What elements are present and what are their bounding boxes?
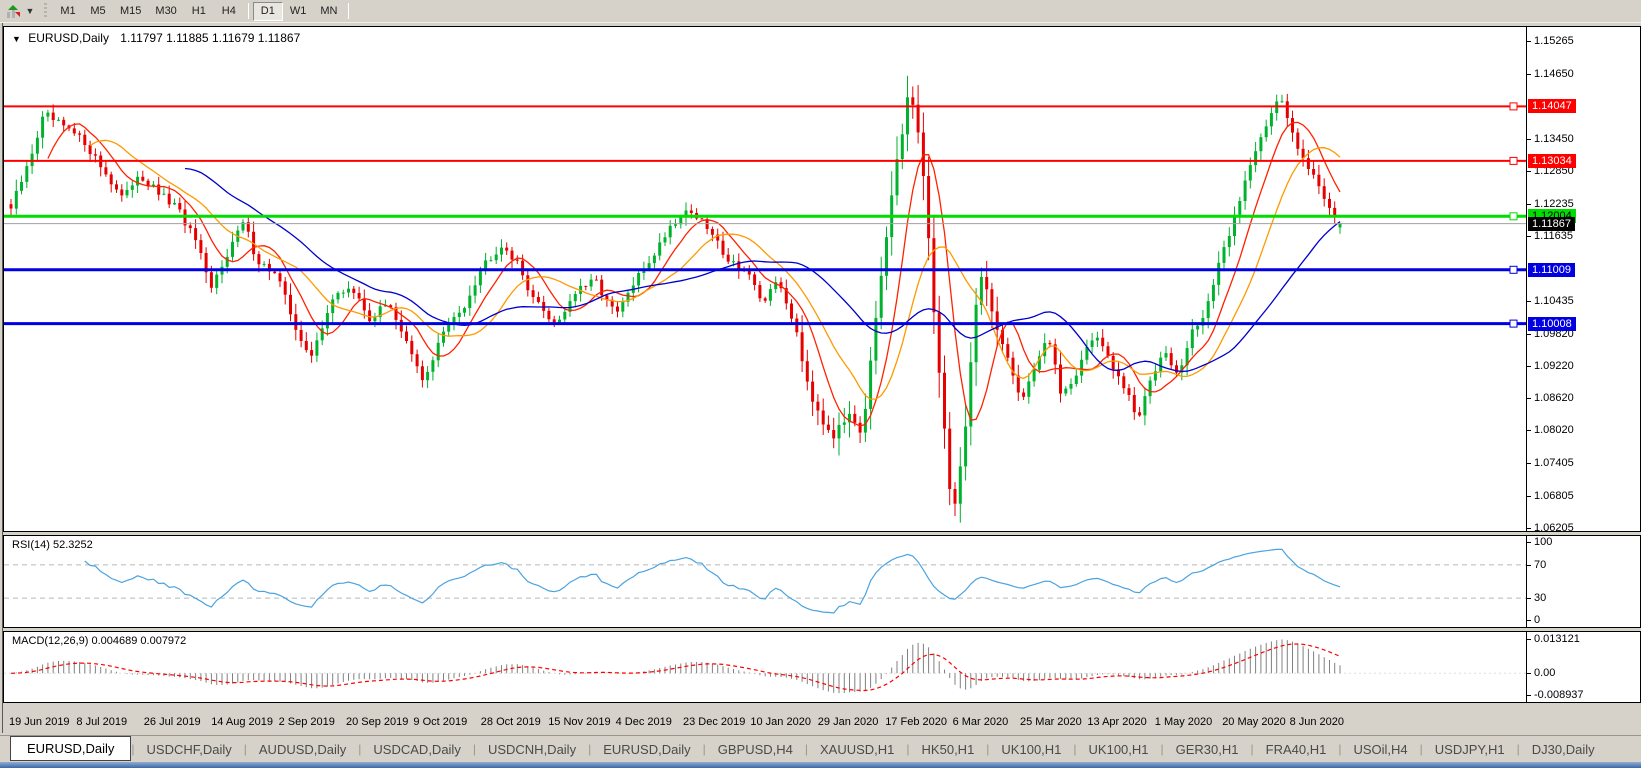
timeframe-button-w1[interactable]: W1 xyxy=(283,2,314,21)
rsi-panel: RSI(14) 52.3252 100 70 30 0 xyxy=(3,535,1641,628)
macd-panel: MACD(12,26,9) 0.004689 0.007972 0.013121… xyxy=(3,631,1641,703)
date-tick: 9 Oct 2019 xyxy=(413,716,468,728)
price-tick: 1.12235 xyxy=(1527,197,1574,210)
timeframe-button-m15[interactable]: M15 xyxy=(113,2,148,21)
date-tick: 25 Mar 2020 xyxy=(1020,716,1082,728)
date-tick: 17 Feb 2020 xyxy=(885,716,947,728)
price-tick: 1.14650 xyxy=(1527,68,1574,81)
price-tick: 1.07405 xyxy=(1527,457,1574,470)
chart-tab-eurusd-daily[interactable]: EURUSD,Daily xyxy=(10,735,132,761)
date-tick: 23 Dec 2019 xyxy=(683,716,746,728)
chart-tab-usdcad-daily[interactable]: USDCAD,Daily xyxy=(361,739,472,760)
chart-tab-audusd-daily[interactable]: AUDUSD,Daily xyxy=(247,739,358,760)
collapse-arrow-icon[interactable]: ▼ xyxy=(12,34,21,44)
mt4-app: ▼ M1 M5 M15 M30 H1 H4 D1 W1 MN ▼ EURUSD,Daily 1.… xyxy=(0,0,1641,768)
chart-tab-usdcnh-daily[interactable]: USDCNH,Daily xyxy=(476,739,588,760)
date-tick: 26 Jul 2019 xyxy=(143,716,201,728)
chart-tab-usoil-h4[interactable]: USOil,H4 xyxy=(1341,739,1419,760)
hline-price-tag: 1.10008 xyxy=(1528,316,1576,331)
date-tick: 20 May 2020 xyxy=(1222,716,1286,728)
macd-chart[interactable] xyxy=(4,632,1528,702)
date-axis[interactable]: 19 Jun 2019 8 Jul 2019 26 Jul 2019 14 Aug 2… xyxy=(3,709,1641,735)
timeframe-button-m5[interactable]: M5 xyxy=(83,2,113,21)
timeframe-button-m1[interactable]: M1 xyxy=(53,2,83,21)
date-tick: 13 Apr 2020 xyxy=(1087,716,1147,728)
rsi-label: RSI(14) 52.3252 xyxy=(12,539,93,551)
date-tick: 20 Sep 2019 xyxy=(346,716,409,728)
price-axis[interactable]: 1.15265 1.14650 1.13450 1.12850 1.12235 1.116… xyxy=(1526,27,1640,534)
chart-tab-hk50-h1[interactable]: HK50,H1 xyxy=(910,739,987,760)
price-tick: 1.11635 xyxy=(1527,230,1573,243)
timeframe-button-h4[interactable]: H4 xyxy=(214,2,244,21)
date-tick: 15 Nov 2019 xyxy=(548,716,611,728)
macd-label: MACD(12,26,9) 0.004689 0.007972 xyxy=(12,635,187,647)
date-tick: 19 Jun 2019 xyxy=(9,716,70,728)
main-chart-panel: ▼ EURUSD,Daily 1.11797 1.11885 1.11679 1… xyxy=(3,26,1641,534)
chart-tab-eurusd-daily[interactable]: EURUSD,Daily xyxy=(591,739,702,760)
rsi-tick: 100 xyxy=(1526,536,1553,548)
hline-price-tag: 1.14047 xyxy=(1528,99,1576,114)
price-tick: 1.13450 xyxy=(1527,132,1574,145)
date-tick: 6 Mar 2020 xyxy=(952,716,1009,728)
hline-price-tag: 1.11009 xyxy=(1528,262,1575,277)
macd-tick: -0.008937 xyxy=(1527,689,1584,701)
rsi-tick: 0 xyxy=(1526,614,1541,626)
candlestick-chart[interactable] xyxy=(4,27,1528,531)
rsi-tick: 30 xyxy=(1526,592,1547,605)
rsi-axis[interactable]: 100 70 30 0 xyxy=(1526,536,1640,627)
date-tick: 8 Jun 2020 xyxy=(1289,716,1345,728)
chart-symbol-label: EURUSD,Daily xyxy=(28,31,109,45)
chart-tab-dj30-daily[interactable]: DJ30,Daily xyxy=(1520,739,1607,760)
chart-tab-uk100-h1[interactable]: UK100,H1 xyxy=(1077,739,1161,760)
rsi-tick: 70 xyxy=(1526,558,1547,571)
date-tick: 14 Aug 2019 xyxy=(211,716,273,728)
indicator-arrows-icon[interactable] xyxy=(4,2,24,20)
chart-ohlc-values: 1.11797 1.11885 1.11679 1.11867 xyxy=(120,31,301,45)
toolbar-separator xyxy=(348,3,350,19)
toolbar: ▼ M1 M5 M15 M30 H1 H4 D1 W1 MN xyxy=(0,0,1641,23)
toolbar-separator xyxy=(247,3,249,19)
current-price-tag: 1.11867 xyxy=(1528,216,1575,231)
chart-tab-usdchf-daily[interactable]: USDCHF,Daily xyxy=(135,739,244,760)
date-tick: 1 May 2020 xyxy=(1154,716,1213,728)
date-tick: 29 Jan 2020 xyxy=(817,716,879,728)
chart-tab-gbpusd-h4[interactable]: GBPUSD,H4 xyxy=(706,739,805,760)
rsi-chart[interactable] xyxy=(4,536,1528,627)
chart-tab-xauusd-h1[interactable]: XAUUSD,H1 xyxy=(808,739,906,760)
date-tick: 10 Jan 2020 xyxy=(750,716,811,728)
date-tick: 8 Jul 2019 xyxy=(76,716,128,728)
status-strip xyxy=(0,762,1641,768)
chart-title: ▼ EURUSD,Daily 1.11797 1.11885 1.11679 1… xyxy=(12,31,300,45)
macd-tick: 0.00 xyxy=(1526,667,1556,680)
date-tick: 4 Dec 2019 xyxy=(615,716,672,728)
chart-tab-uk100-h1[interactable]: UK100,H1 xyxy=(989,739,1073,760)
timeframe-buttons: M1 M5 M15 M30 H1 H4 D1 W1 MN xyxy=(53,1,353,21)
price-tick: 1.08020 xyxy=(1527,424,1574,437)
chart-tab-fra40-h1[interactable]: FRA40,H1 xyxy=(1254,739,1339,760)
price-tick: 1.06805 xyxy=(1527,489,1574,502)
timeframe-button-mn[interactable]: MN xyxy=(313,2,344,21)
timeframe-button-m30[interactable]: M30 xyxy=(148,2,183,21)
toolbar-grip[interactable] xyxy=(44,3,47,19)
price-tick: 1.15265 xyxy=(1527,34,1574,47)
tab-bar: EURUSD,Daily | USDCHF,Daily | AUDUSD,Daily | U… xyxy=(0,735,1641,762)
timeframe-button-h1[interactable]: H1 xyxy=(184,2,214,21)
date-tick: 28 Oct 2019 xyxy=(480,716,541,728)
price-tick: 1.09220 xyxy=(1527,359,1574,372)
chevron-down-icon[interactable]: ▼ xyxy=(24,6,36,16)
date-tick: 2 Sep 2019 xyxy=(278,716,335,728)
price-tick: 1.08620 xyxy=(1527,392,1574,405)
macd-tick: 0.013121 xyxy=(1527,633,1580,645)
price-tick: 1.06205 xyxy=(1527,521,1574,534)
chart-tab-ger30-h1[interactable]: GER30,H1 xyxy=(1164,739,1251,760)
timeframe-button-d1[interactable]: D1 xyxy=(252,1,283,21)
macd-axis[interactable]: 0.013121 0.00 -0.008937 xyxy=(1526,632,1640,702)
chart-tab-usdjpy-h1[interactable]: USDJPY,H1 xyxy=(1423,739,1517,760)
price-tick: 1.10435 xyxy=(1527,294,1574,307)
hline-price-tag: 1.13034 xyxy=(1528,153,1576,168)
